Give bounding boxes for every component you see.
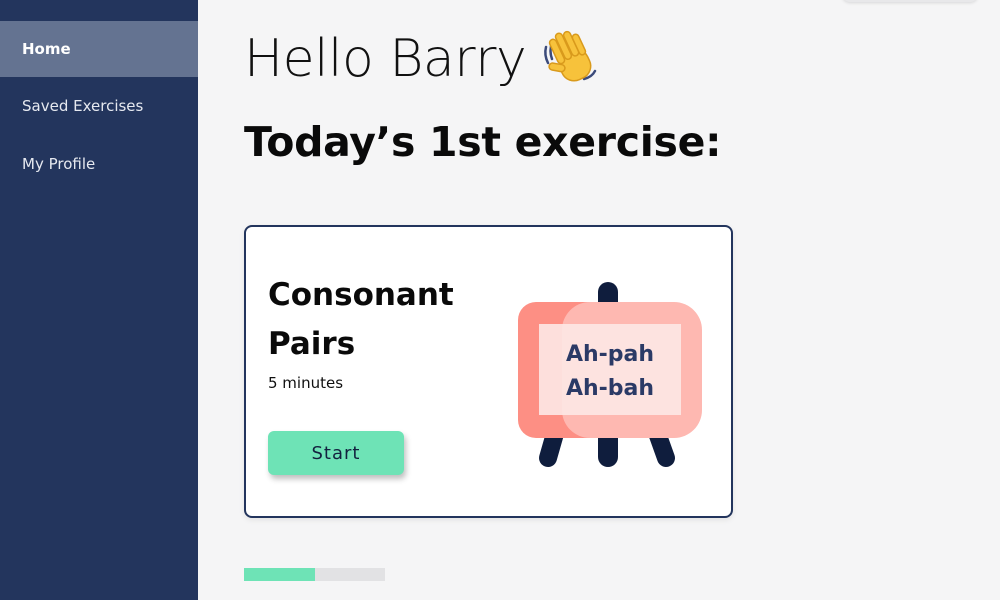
board-line-2: Ah-bah: [565, 376, 655, 401]
page-title: Today’s 1st exercise:: [244, 118, 722, 166]
sidebar-item-label: My Profile: [22, 155, 96, 173]
waving-hand-icon: [544, 30, 597, 82]
sidebar-item-saved-exercises[interactable]: Saved Exercises: [0, 78, 198, 134]
sidebar-item-my-profile[interactable]: My Profile: [0, 136, 198, 192]
progress-bar-fill: [244, 568, 315, 581]
start-button[interactable]: Start: [268, 431, 404, 475]
exercise-card[interactable]: Consonant Pairs 5 minutes Start Ah-pah A…: [244, 225, 733, 518]
greeting: Hello Barry: [244, 24, 600, 94]
sidebar-item-label: Home: [22, 40, 71, 58]
board-text: Ah-pah Ah-bah: [539, 327, 681, 417]
exercise-title: Consonant Pairs: [268, 277, 454, 362]
progress-bar: [244, 568, 385, 581]
sidebar-item-home[interactable]: Home: [0, 21, 198, 77]
sidebar-item-label: Saved Exercises: [22, 97, 144, 115]
board-line-1: Ah-pah: [565, 342, 655, 367]
greeting-text: Hello Barry: [244, 29, 527, 89]
exercise-duration: 5 minutes: [268, 374, 344, 392]
sidebar: Home Saved Exercises My Profile: [0, 0, 198, 600]
top-right-control[interactable]: [842, 0, 978, 2]
app-window: Home Saved Exercises My Profile Hello Ba…: [0, 0, 1000, 600]
